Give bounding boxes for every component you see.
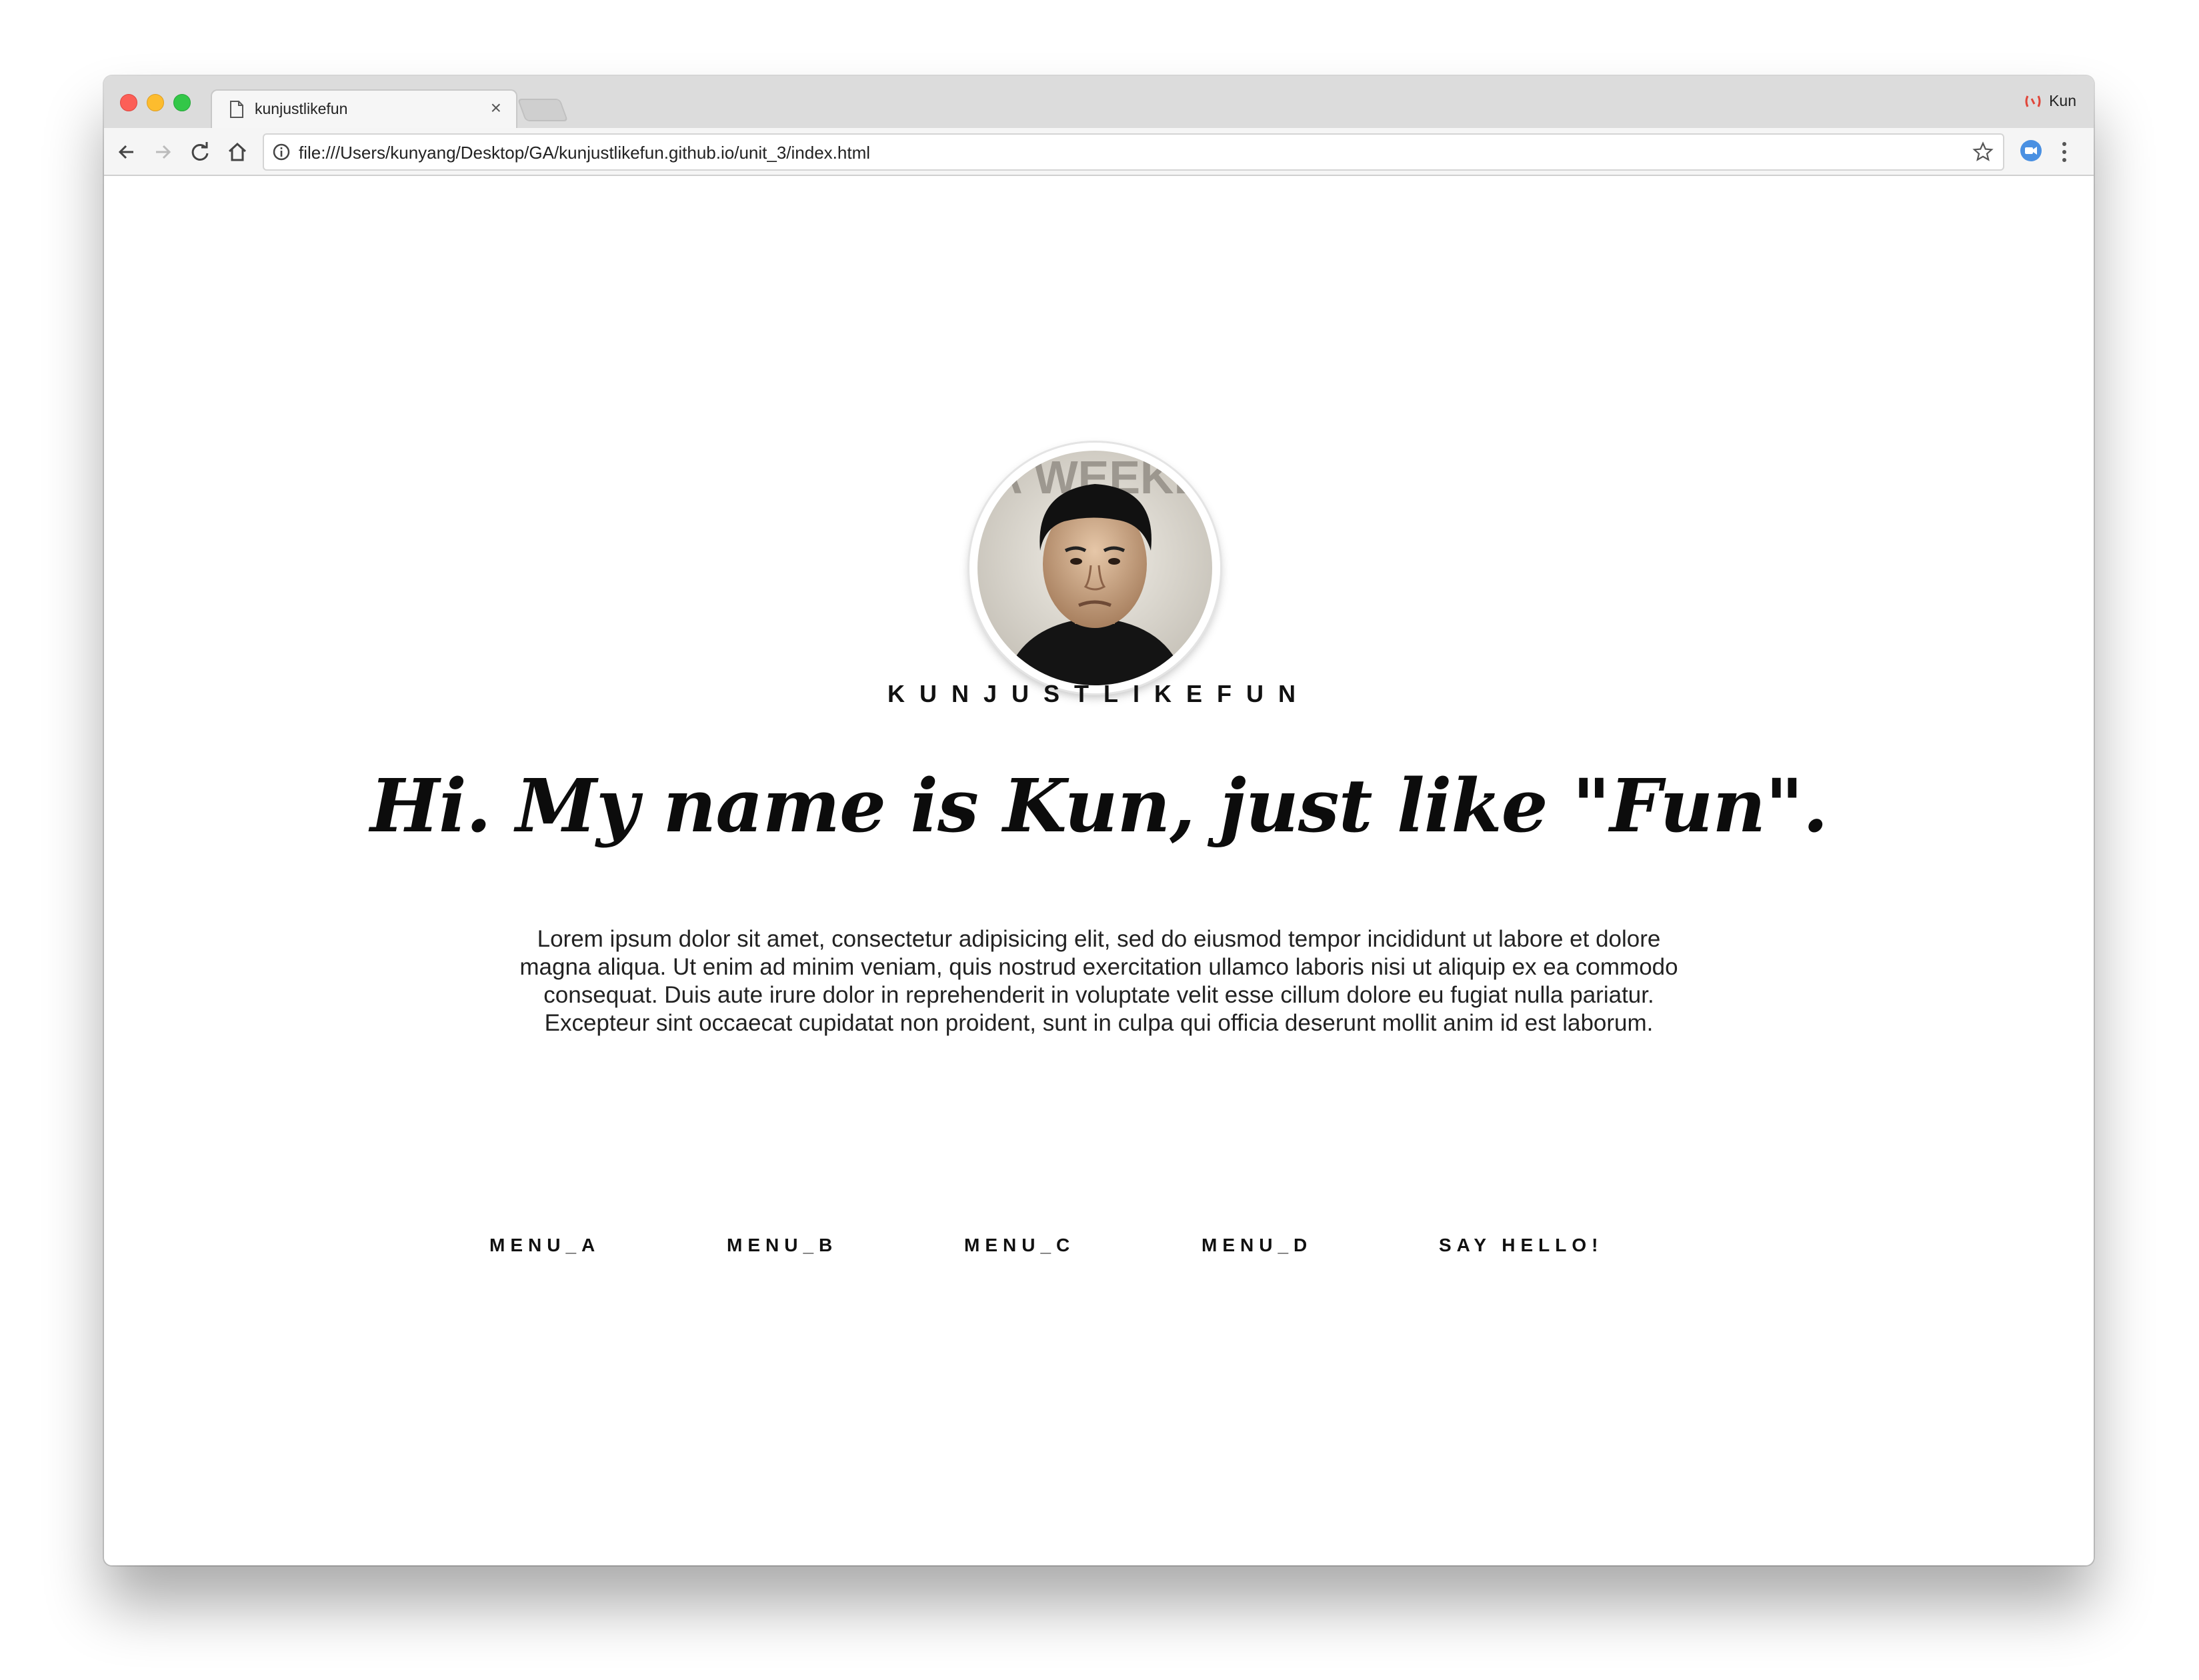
avatar-portrait-image: LA WEEKLY — [977, 451, 1212, 685]
more-menu-icon[interactable] — [2058, 139, 2071, 165]
profile-button[interactable]: Kun — [2024, 92, 2076, 110]
site-nav: MENU_A MENU_B MENU_C MENU_D SAY HELLO! — [104, 1235, 2094, 1261]
browser-window: kunjustlikefun × Kun file:///Users/kunya… — [104, 76, 2094, 1565]
nav-menu-c[interactable]: MENU_C — [964, 1235, 1075, 1256]
tab-title: kunjustlikefun — [255, 100, 348, 117]
reload-icon[interactable] — [188, 140, 212, 164]
profile-name: Kun — [2049, 92, 2076, 109]
minimize-window-button[interactable] — [147, 94, 164, 111]
new-tab-button[interactable] — [517, 99, 569, 121]
title-bar: kunjustlikefun × Kun — [104, 76, 2094, 128]
maximize-window-button[interactable] — [173, 94, 191, 111]
site-name: KUNJUSTLIKEFUN — [887, 680, 1310, 707]
nav-menu-a[interactable]: MENU_A — [489, 1235, 600, 1256]
nav-menu-d[interactable]: MENU_D — [1202, 1235, 1312, 1256]
browser-toolbar: file:///Users/kunyang/Desktop/GA/kunjust… — [104, 128, 2094, 176]
tab-kunjustlikefun[interactable]: kunjustlikefun × — [211, 89, 517, 128]
home-icon[interactable] — [225, 140, 249, 164]
avatar: LA WEEKLY — [969, 443, 1220, 693]
bookmark-star-icon[interactable] — [1972, 141, 1994, 163]
nav-menu-b[interactable]: MENU_B — [727, 1235, 837, 1256]
incognito-profile-icon — [2025, 95, 2041, 107]
address-bar[interactable]: file:///Users/kunyang/Desktop/GA/kunjust… — [263, 133, 2004, 171]
document-icon — [230, 101, 243, 118]
intro-paragraph: Lorem ipsum dolor sit amet, consectetur … — [519, 926, 1678, 1036]
info-icon[interactable] — [272, 143, 291, 161]
tab-close-icon[interactable]: × — [491, 97, 501, 119]
back-arrow-icon[interactable] — [115, 140, 139, 164]
forward-arrow-icon[interactable] — [151, 140, 175, 164]
video-extension-icon[interactable] — [2019, 139, 2043, 163]
close-window-button[interactable] — [120, 94, 137, 111]
page-content: LA WEEKLY KUNJUSTLIKEFUN Hi. My name is … — [104, 176, 2094, 1565]
url-text[interactable]: file:///Users/kunyang/Desktop/GA/kunjust… — [299, 143, 870, 163]
page-headline: Hi. My name is Kun, just like "Fun". — [370, 763, 1828, 849]
nav-say-hello[interactable]: SAY HELLO! — [1439, 1235, 1603, 1256]
